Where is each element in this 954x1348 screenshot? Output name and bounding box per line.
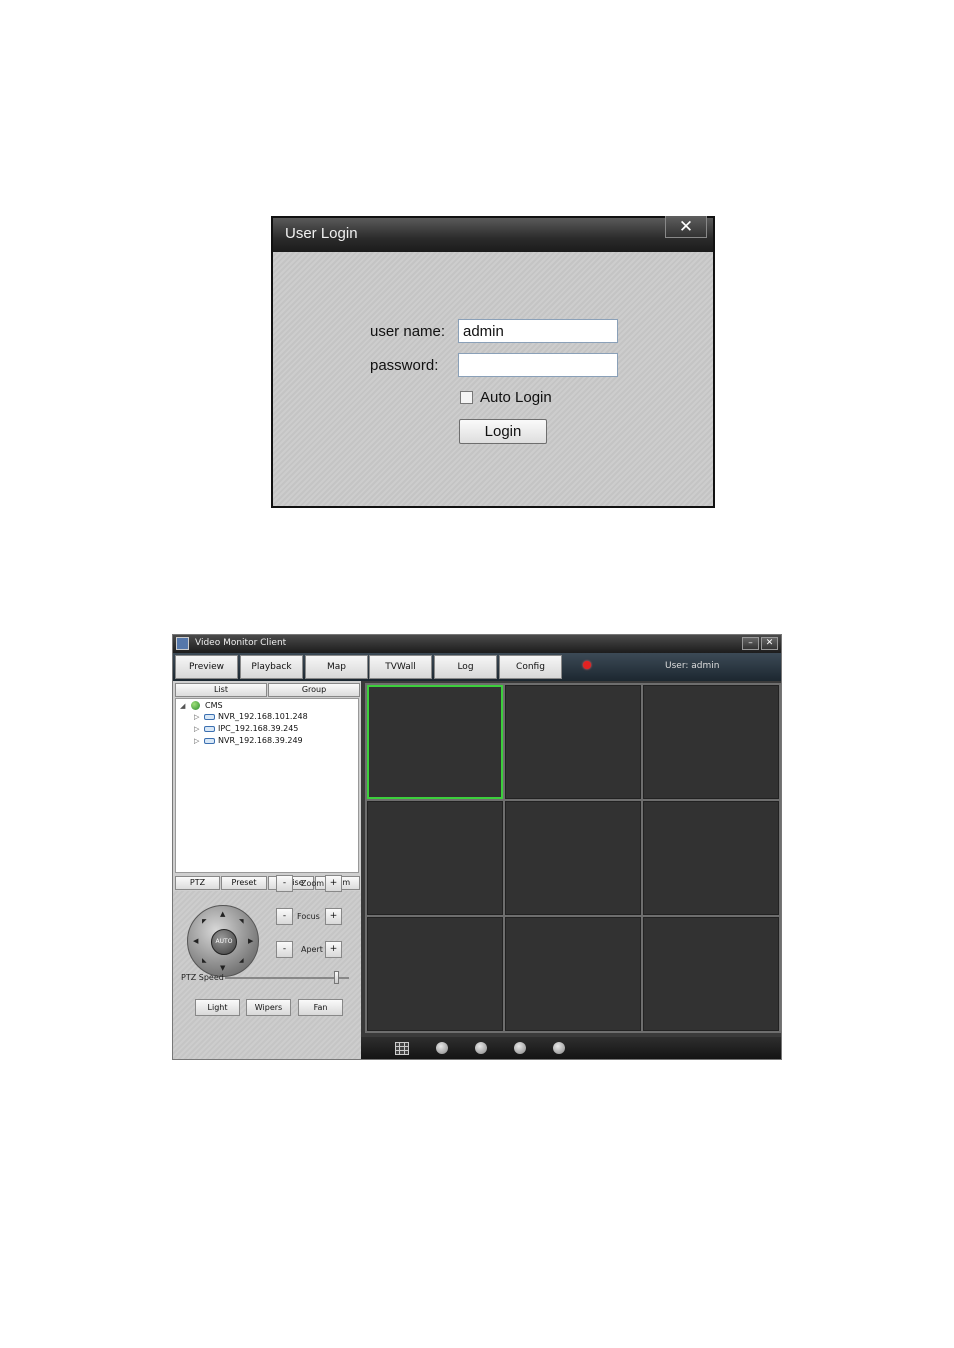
password-input[interactable]	[458, 353, 618, 377]
tree-device[interactable]: IPC_192.168.39.245	[218, 724, 298, 733]
light-button[interactable]: Light	[195, 999, 240, 1016]
video-cell[interactable]	[367, 917, 503, 1031]
collapse-icon[interactable]: ▷	[194, 725, 199, 733]
client-window: Video Monitor Client – ✕ Preview Playbac…	[172, 634, 782, 1060]
minimize-icon: –	[748, 638, 753, 648]
fan-button[interactable]: Fan	[298, 999, 343, 1016]
video-cell[interactable]	[505, 685, 641, 799]
arrow-right-icon[interactable]: ▶	[248, 937, 253, 945]
tab-log[interactable]: Log	[434, 655, 497, 679]
arrow-left-icon[interactable]: ◀	[193, 937, 198, 945]
tab-tvwall[interactable]: TVWall	[369, 655, 432, 679]
focus-minus-button[interactable]: -	[276, 908, 293, 925]
tree-root[interactable]: CMS	[205, 701, 223, 710]
main-toolbar: Preview Playback Map TVWall Log Config U…	[173, 653, 781, 681]
tab-preview[interactable]: Preview	[175, 655, 238, 679]
apert-plus-button[interactable]: +	[325, 941, 342, 958]
tab-list[interactable]: List	[175, 683, 267, 697]
alarm-icon[interactable]	[583, 661, 591, 669]
tab-playback[interactable]: Playback	[240, 655, 303, 679]
arrow-down-icon[interactable]: ▼	[220, 964, 225, 972]
tab-group[interactable]: Group	[268, 683, 360, 697]
login-body: user name: password: Auto Login Login	[273, 252, 713, 506]
auto-login-checkbox[interactable]	[460, 391, 473, 404]
login-close-button[interactable]: ✕	[665, 216, 707, 238]
current-user: User: admin	[665, 661, 720, 671]
arrow-up-right-icon[interactable]: ◥	[239, 918, 244, 925]
tree-device[interactable]: NVR_192.168.101.248	[218, 712, 308, 721]
bottom-toolbar	[361, 1037, 781, 1059]
video-cell[interactable]	[505, 801, 641, 915]
device-icon	[204, 738, 215, 744]
globe-icon	[191, 701, 200, 710]
video-grid	[365, 683, 781, 1033]
video-cell[interactable]	[367, 801, 503, 915]
ptz-speed-slider[interactable]	[225, 977, 349, 979]
ptz-joystick[interactable]: ▲ ▼ ◀ ▶ ◤ ◥ ◣ ◢ AUTO	[187, 905, 259, 977]
focus-label: Focus	[297, 912, 320, 921]
tab-map[interactable]: Map	[305, 655, 368, 679]
tree-device[interactable]: NVR_192.168.39.249	[218, 736, 303, 745]
tab-ptz[interactable]: PTZ	[175, 876, 220, 890]
minimize-button[interactable]: –	[742, 637, 759, 650]
tab-config[interactable]: Config	[499, 655, 562, 679]
left-panel: List Group ◢ CMS ▷ NVR_192.168.101.248 ▷…	[173, 681, 361, 1059]
arrow-up-left-icon[interactable]: ◤	[202, 918, 207, 925]
arrow-down-right-icon[interactable]: ◢	[239, 957, 244, 964]
login-button[interactable]: Login	[459, 419, 547, 444]
ptz-speed-label: PTZ Speed	[181, 973, 224, 982]
login-dialog: User Login ✕ user name: password: Auto L…	[271, 216, 715, 508]
focus-plus-button[interactable]: +	[325, 908, 342, 925]
ptz-control-area: ▲ ▼ ◀ ▶ ◤ ◥ ◣ ◢ AUTO - Zoom + - Focus + …	[173, 875, 361, 1059]
zoom-plus-button[interactable]: +	[325, 875, 342, 892]
next-page-icon[interactable]	[514, 1042, 526, 1054]
arrow-up-icon[interactable]: ▲	[220, 910, 225, 918]
arrow-down-left-icon[interactable]: ◣	[202, 957, 207, 964]
client-titlebar: Video Monitor Client – ✕	[173, 635, 781, 653]
client-title: Video Monitor Client	[195, 638, 287, 648]
collapse-icon[interactable]: ▷	[194, 737, 199, 745]
video-cell[interactable]	[643, 801, 779, 915]
auto-button[interactable]: AUTO	[211, 929, 237, 955]
password-label: password:	[370, 357, 439, 374]
fullscreen-icon[interactable]	[436, 1042, 448, 1054]
video-cell[interactable]	[643, 685, 779, 799]
close-icon: ✕	[678, 217, 694, 237]
collapse-icon[interactable]: ▷	[194, 713, 199, 721]
video-cell[interactable]	[505, 917, 641, 1031]
video-cell[interactable]	[367, 685, 503, 799]
device-icon	[204, 726, 215, 732]
wipers-button[interactable]: Wipers	[246, 999, 291, 1016]
window-close-button[interactable]: ✕	[761, 637, 778, 650]
grid-layout-icon[interactable]	[395, 1042, 409, 1055]
stop-icon[interactable]	[553, 1042, 565, 1054]
video-cell[interactable]	[643, 917, 779, 1031]
login-title: User Login	[285, 225, 358, 242]
expand-icon[interactable]: ◢	[180, 702, 185, 710]
close-icon: ✕	[765, 638, 774, 648]
zoom-minus-button[interactable]: -	[276, 875, 293, 892]
auto-login-label: Auto Login	[480, 389, 552, 406]
ptz-speed-handle[interactable]	[333, 971, 339, 984]
username-label: user name:	[370, 323, 446, 340]
login-titlebar: User Login ✕	[273, 216, 713, 252]
username-input[interactable]	[458, 319, 618, 343]
apert-minus-button[interactable]: -	[276, 941, 293, 958]
prev-page-icon[interactable]	[475, 1042, 487, 1054]
tab-preset[interactable]: Preset	[221, 876, 267, 890]
device-tree: ◢ CMS ▷ NVR_192.168.101.248 ▷ IPC_192.16…	[175, 698, 359, 873]
device-icon	[204, 714, 215, 720]
apert-label: Apert	[301, 945, 323, 954]
zoom-label: Zoom	[301, 879, 325, 888]
app-icon	[176, 637, 189, 650]
